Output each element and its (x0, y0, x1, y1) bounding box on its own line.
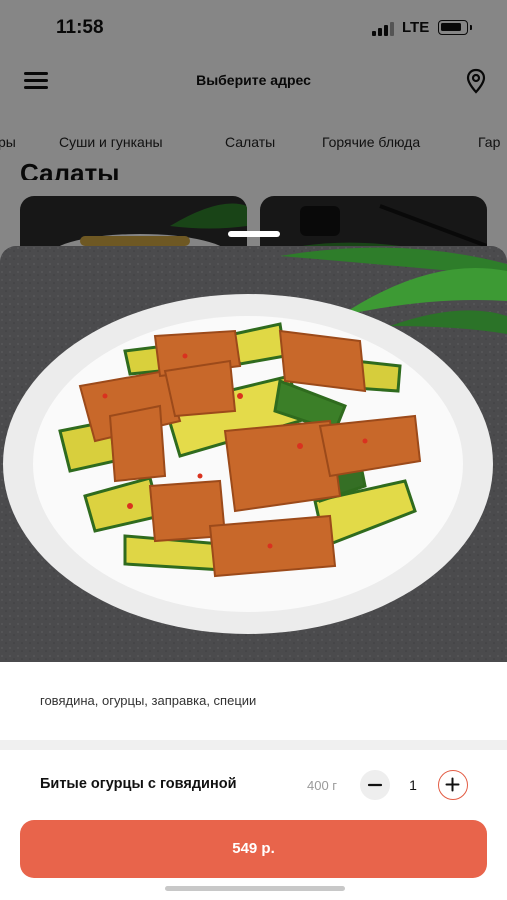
section-divider (0, 740, 507, 750)
product-row: Битые огурцы с говядиной 400 г 1 (0, 750, 507, 820)
increase-quantity-button[interactable] (438, 770, 468, 800)
decrease-quantity-button[interactable] (360, 770, 390, 800)
product-sheet: говядина, огурцы, заправка, специи Битые… (0, 246, 507, 900)
minus-icon (367, 783, 383, 787)
plus-icon (445, 777, 460, 792)
product-photo (0, 246, 507, 662)
product-name: Битые огурцы с говядиной (40, 776, 237, 792)
sheet-grabber[interactable] (228, 231, 280, 237)
product-weight: 400 г (307, 778, 338, 793)
quantity-value: 1 (409, 777, 417, 793)
description-block: говядина, огурцы, заправка, специи (0, 662, 507, 740)
home-indicator (165, 886, 345, 891)
add-to-cart-button[interactable]: 549 р. (20, 820, 487, 878)
product-ingredients: говядина, огурцы, заправка, специи (40, 693, 257, 708)
